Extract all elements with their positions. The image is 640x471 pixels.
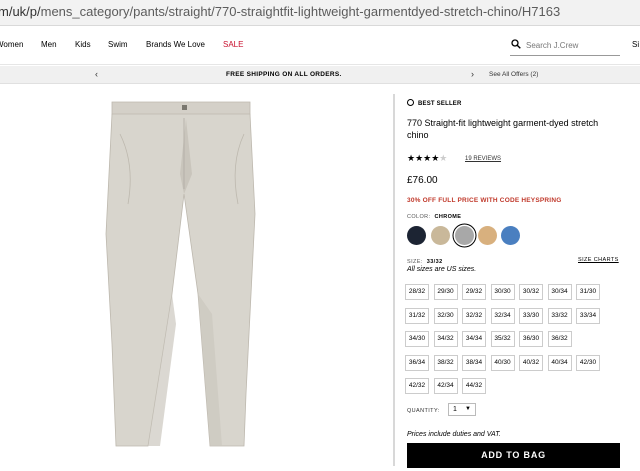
nav-item-kids[interactable]: Kids <box>75 40 91 49</box>
color-label-text: COLOR: <box>407 214 431 220</box>
size-option[interactable]: 32/30 <box>433 307 458 324</box>
size-option[interactable]: 35/32 <box>490 331 515 347</box>
search-icon <box>511 39 521 49</box>
size-option[interactable]: 32/32 <box>462 307 486 324</box>
product-price: £76.00 <box>407 175 438 186</box>
size-option[interactable]: 33/34 <box>576 307 600 324</box>
size-option[interactable]: 34/32 <box>433 331 458 347</box>
size-option[interactable]: 33/30 <box>519 307 543 324</box>
size-option[interactable]: 40/34 <box>547 354 572 371</box>
promo-prev-arrow[interactable]: ‹ <box>95 69 98 79</box>
chino-pants-image <box>105 101 256 447</box>
badge-label: BEST SELLER <box>418 101 462 107</box>
url-path: mens_category/pants/straight/770-straigh… <box>40 4 561 19</box>
color-value: CHROME <box>434 214 462 220</box>
size-option[interactable]: 30/32 <box>519 284 543 300</box>
nav-item-women[interactable]: Women <box>0 40 23 49</box>
swatch-navy[interactable] <box>407 226 426 245</box>
see-offers-link[interactable]: See All Offers (2) <box>489 71 538 78</box>
size-option[interactable]: 44/32 <box>462 378 486 394</box>
quantity-label: QUANTITY: <box>407 408 440 414</box>
swatch-khaki[interactable] <box>431 226 450 245</box>
url-prefix: m/uk/p/ <box>0 4 41 19</box>
size-option[interactable]: 30/34 <box>547 284 572 300</box>
size-option[interactable]: 42/34 <box>433 378 458 394</box>
size-option[interactable]: 34/34 <box>462 331 486 347</box>
main-nav: Women Men Kids Swim Brands We Love SALE … <box>0 27 640 65</box>
size-option[interactable]: 36/34 <box>405 354 429 371</box>
add-to-bag-button[interactable]: ADD TO BAG <box>407 443 620 468</box>
quantity-value: 1 <box>453 406 457 413</box>
search-input[interactable]: Search J.Crew <box>526 41 578 50</box>
chevron-down-icon: ▼ <box>465 406 471 412</box>
size-option[interactable]: 42/30 <box>576 354 600 371</box>
size-option[interactable]: 30/30 <box>490 284 515 300</box>
sign-in-link[interactable]: Si <box>632 40 639 49</box>
size-option[interactable]: 40/32 <box>519 354 543 371</box>
nav-item-men[interactable]: Men <box>41 40 57 49</box>
promo-message: FREE SHIPPING ON ALL ORDERS. <box>226 71 342 78</box>
size-option[interactable]: 40/30 <box>490 354 515 371</box>
star-rating: ★★★★★ <box>407 153 447 164</box>
size-note: All sizes are US sizes. <box>407 266 477 273</box>
star-icons-empty: ★ <box>439 153 448 163</box>
size-option[interactable]: 33/32 <box>547 307 572 324</box>
nav-item-brands[interactable]: Brands We Love <box>146 40 205 49</box>
size-option[interactable]: 29/30 <box>433 284 458 300</box>
size-value: 33/32 <box>426 259 443 265</box>
size-option[interactable]: 38/34 <box>462 354 486 371</box>
promo-code: 30% OFF FULL PRICE WITH CODE HEYSPRING <box>407 197 562 204</box>
badge-icon <box>407 99 414 106</box>
star-icons-filled: ★★★★ <box>407 153 440 163</box>
size-option[interactable]: 31/32 <box>405 307 429 324</box>
swatch-blue[interactable] <box>501 226 520 245</box>
size-option[interactable]: 31/30 <box>576 284 600 300</box>
size-option[interactable]: 28/32 <box>405 284 429 300</box>
swatch-chrome[interactable] <box>455 226 474 245</box>
size-option[interactable]: 36/30 <box>519 331 543 347</box>
reviews-link[interactable]: 19 REVIEWS <box>465 156 501 162</box>
best-seller-badge: BEST SELLER <box>407 99 462 107</box>
nav-item-sale[interactable]: SALE <box>223 40 243 49</box>
search-box[interactable]: Search J.Crew <box>510 36 620 56</box>
duties-note: Prices include duties and VAT. <box>407 431 501 438</box>
url-text[interactable]: m/uk/p/mens_category/pants/straight/770-… <box>0 4 560 19</box>
size-option[interactable]: 34/30 <box>405 331 429 347</box>
quantity-select[interactable]: 1 ▼ <box>448 403 476 416</box>
swatch-tan[interactable] <box>478 226 497 245</box>
size-option[interactable]: 36/32 <box>547 331 572 347</box>
product-image[interactable] <box>0 94 392 466</box>
size-label-text: SIZE: <box>407 259 423 265</box>
product-title: 770 Straight-fit lightweight garment-dye… <box>407 118 599 140</box>
size-option[interactable]: 38/32 <box>433 354 458 371</box>
size-charts-link[interactable]: SIZE CHARTS <box>578 257 619 263</box>
nav-item-swim[interactable]: Swim <box>108 40 128 49</box>
size-label: SIZE: 33/32 <box>407 259 443 265</box>
scrollbar[interactable] <box>393 94 395 466</box>
size-option[interactable]: 42/32 <box>405 378 429 394</box>
size-option[interactable]: 29/32 <box>462 284 486 300</box>
color-label: COLOR: CHROME <box>407 214 461 220</box>
size-option[interactable]: 32/34 <box>490 307 515 324</box>
address-bar[interactable]: m/uk/p/mens_category/pants/straight/770-… <box>0 0 640 26</box>
promo-next-arrow[interactable]: › <box>471 69 474 79</box>
promo-bar: ‹ FREE SHIPPING ON ALL ORDERS. › See All… <box>0 66 640 84</box>
